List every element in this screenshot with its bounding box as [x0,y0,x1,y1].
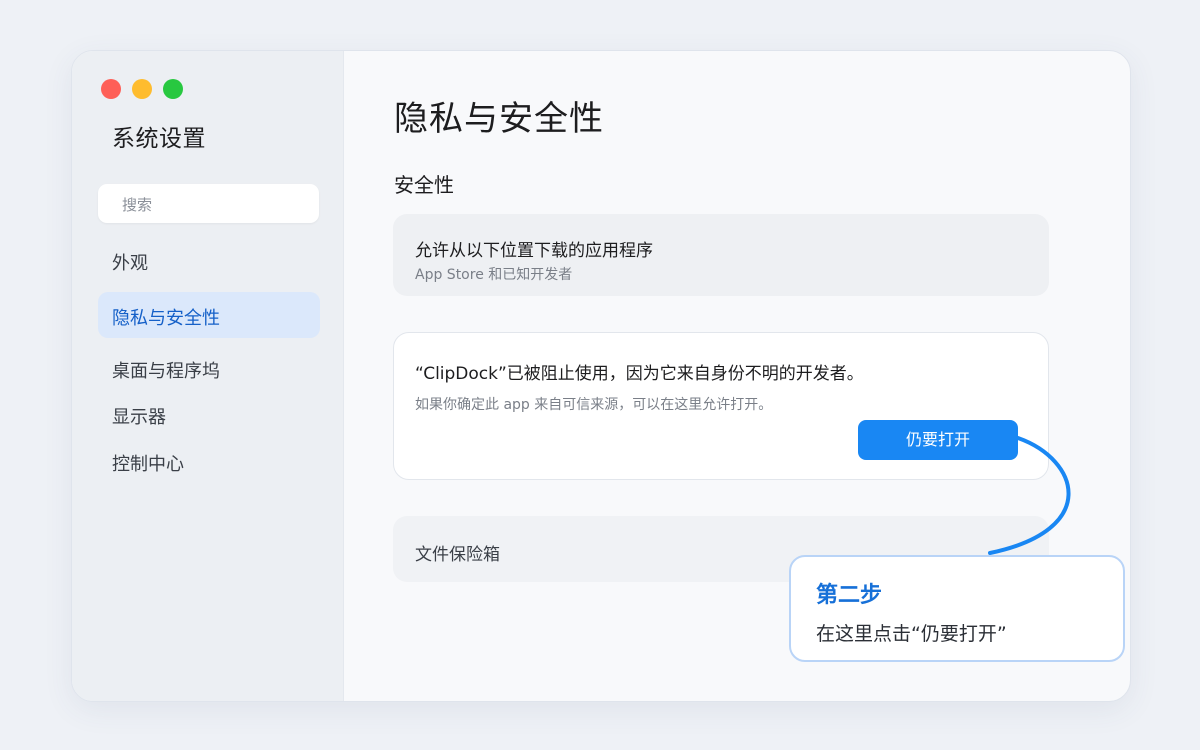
step-callout: 第二步 在这里点击“仍要打开” [789,555,1125,662]
allow-apps-setting[interactable]: 允许从以下位置下载的应用程序 App Store 和已知开发者 [393,214,1049,296]
zoom-button[interactable] [163,79,183,99]
app-title: 系统设置 [112,126,206,152]
open-anyway-button[interactable]: 仍要打开 [858,420,1018,460]
minimize-button[interactable] [132,79,152,99]
sidebar-item-label: 显示器 [112,407,166,428]
callout-instruction: 在这里点击“仍要打开” [816,623,1007,645]
sidebar-item-label: 隐私与安全性 [112,308,220,329]
allow-apps-title: 允许从以下位置下载的应用程序 [415,241,653,261]
sidebar: 系统设置 搜索 外观 隐私与安全性 桌面与程序坞 显示器 控制中心 [72,51,344,701]
blocked-hint: 如果你确定此 app 来自可信来源，可以在这里允许打开。 [415,397,773,413]
section-title: 安全性 [394,173,454,197]
sidebar-item-displays[interactable]: 显示器 [98,391,320,437]
search-input[interactable]: 搜索 [98,184,319,223]
blocked-app-card: “ClipDock”已被阻止使用，因为它来自身份不明的开发者。 如果你确定此 a… [393,332,1049,480]
page-title: 隐私与安全性 [394,99,604,139]
sidebar-item-label: 桌面与程序坞 [112,361,220,382]
sidebar-item-privacy-security[interactable]: 隐私与安全性 [98,292,320,338]
search-placeholder: 搜索 [122,196,153,214]
window-controls [101,79,183,99]
sidebar-item-appearance[interactable]: 外观 [98,237,320,283]
close-button[interactable] [101,79,121,99]
sidebar-item-label: 控制中心 [112,454,184,475]
sidebar-item-control-center[interactable]: 控制中心 [98,438,320,484]
sidebar-item-desktop-dock[interactable]: 桌面与程序坞 [98,345,320,391]
blocked-message: “ClipDock”已被阻止使用，因为它来自身份不明的开发者。 [415,364,864,384]
callout-step-title: 第二步 [816,583,883,608]
filevault-title: 文件保险箱 [415,545,500,565]
sidebar-item-label: 外观 [112,253,148,274]
allow-apps-value: App Store 和已知开发者 [415,267,573,283]
